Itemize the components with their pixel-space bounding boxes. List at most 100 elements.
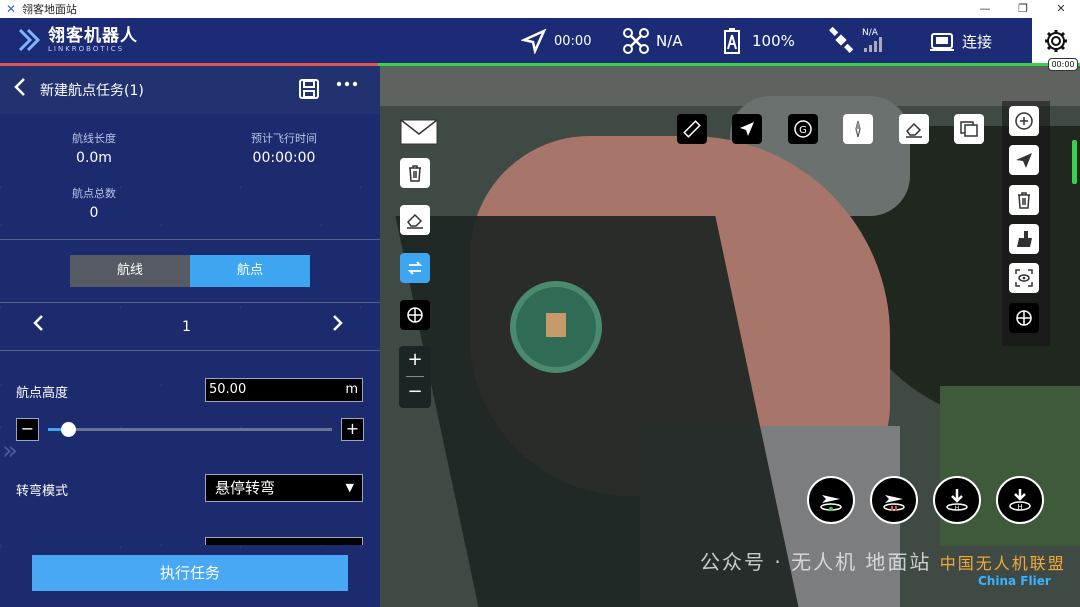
watermark-main: 公众号 · 无人机 地面站 bbox=[700, 550, 932, 574]
zoom-control: + − bbox=[399, 346, 431, 408]
brush-icon bbox=[1017, 231, 1032, 247]
altitude-slider-thumb[interactable] bbox=[60, 422, 76, 437]
altitude-value: 50.00 bbox=[209, 382, 247, 397]
reverse-route-button[interactable] bbox=[400, 253, 430, 283]
crosshair-icon bbox=[1016, 310, 1032, 326]
save-button[interactable] bbox=[298, 78, 320, 100]
zoom-in-button[interactable]: + bbox=[399, 346, 431, 374]
watermark: 公众号 · 无人机 地面站 中国无人机联盟 bbox=[700, 546, 1066, 575]
eraser-button[interactable] bbox=[400, 205, 430, 235]
altitude-increase-button[interactable]: + bbox=[341, 418, 364, 441]
navigation-arrow-icon bbox=[740, 122, 754, 136]
logo: 翎客机器人 LINKROBOTICS bbox=[18, 26, 138, 54]
delete-button[interactable] bbox=[400, 158, 430, 188]
brush-button[interactable] bbox=[1009, 224, 1039, 254]
signal-bars-icon bbox=[863, 37, 882, 52]
zoom-separator bbox=[406, 376, 424, 377]
watermark-english: China Flier bbox=[978, 574, 1051, 588]
back-button[interactable] bbox=[0, 77, 40, 103]
execute-mission-button[interactable]: 执行任务 bbox=[32, 555, 348, 591]
turn-mode-select[interactable]: 悬停转弯 ▼ bbox=[205, 474, 363, 502]
gps-mode-button[interactable]: G bbox=[788, 114, 818, 144]
map-fountain bbox=[510, 281, 602, 373]
est-time-stat: 预计飞行时间 00:00:00 bbox=[214, 130, 354, 166]
next-waypoint-button[interactable] bbox=[332, 313, 344, 339]
clipped-row-input[interactable] bbox=[205, 537, 363, 545]
svg-text:G: G bbox=[799, 125, 807, 136]
drone-status: N/A bbox=[622, 27, 683, 55]
route-length-stat: 航线长度 0.0m bbox=[24, 130, 164, 166]
eraser-icon bbox=[407, 213, 423, 229]
altitude-input[interactable]: 50.00 m bbox=[205, 378, 363, 402]
altitude-slider: − + bbox=[16, 418, 364, 442]
divider bbox=[0, 302, 380, 303]
altitude-decrease-button[interactable]: − bbox=[16, 418, 39, 441]
measure-button[interactable] bbox=[677, 114, 707, 144]
more-options-button[interactable] bbox=[336, 74, 358, 100]
land-button[interactable]: H bbox=[933, 476, 981, 524]
prev-waypoint-button[interactable] bbox=[32, 313, 44, 339]
crosshair-icon bbox=[407, 307, 423, 323]
mission-title: 新建航点任务(1) bbox=[40, 83, 144, 99]
fly-to-button[interactable] bbox=[732, 114, 762, 144]
turn-mode-label: 转弯模式 bbox=[16, 484, 69, 499]
clock-chip: 00:00 bbox=[1048, 58, 1078, 71]
save-icon bbox=[299, 79, 319, 99]
eye-frame-icon bbox=[1015, 269, 1033, 287]
battery-status: 100% bbox=[718, 27, 795, 55]
ruler-icon bbox=[683, 120, 701, 138]
window-titlebar: ✕ 翎客地面站 — ❐ ✕ bbox=[0, 0, 1080, 18]
swap-arrows-icon bbox=[407, 261, 423, 275]
navigation-arrow-icon bbox=[520, 27, 548, 55]
drone-status-value: N/A bbox=[656, 32, 683, 50]
tab-route[interactable]: 航线 bbox=[70, 255, 190, 287]
satellite-icon bbox=[828, 27, 856, 55]
send-mission-button[interactable] bbox=[1009, 145, 1039, 175]
zoom-out-button[interactable]: − bbox=[399, 379, 431, 407]
altitude-unit: m bbox=[345, 382, 358, 397]
paper-plane-icon bbox=[1016, 153, 1032, 168]
tab-waypoint[interactable]: 航点 bbox=[190, 255, 310, 287]
add-waypoint-button[interactable] bbox=[1009, 106, 1039, 136]
pause-flight-icon bbox=[883, 495, 905, 511]
turn-mode-value: 悬停转弯 bbox=[215, 479, 276, 497]
battery-value: 100% bbox=[752, 32, 795, 50]
watermark-brand: 中国无人机联盟 bbox=[939, 554, 1066, 573]
maximize-button[interactable]: ❐ bbox=[1004, 0, 1042, 18]
gps-label: N/A bbox=[862, 28, 878, 38]
altitude-slider-track[interactable] bbox=[48, 422, 332, 437]
flight-time-value: 00:00 bbox=[554, 33, 592, 49]
top-status-bar: 翎客机器人 LINKROBOTICS 00:00 N/A 100% N/A 连接 bbox=[0, 18, 1080, 64]
sidebar-header: 新建航点任务(1) bbox=[0, 66, 380, 114]
minimize-button[interactable]: — bbox=[966, 0, 1004, 18]
map-road bbox=[380, 66, 1080, 106]
satellite-map[interactable]: + − G H H 公众号 · 无人机 地面站 中国无人机联盟 China Fl… bbox=[380, 66, 1080, 607]
divider bbox=[0, 239, 380, 240]
mission-sidebar: 新建航点任务(1) 航线长度 0.0m 预计飞行时间 00:00:00 航点总数… bbox=[0, 66, 380, 607]
layers-button[interactable] bbox=[954, 114, 984, 144]
altitude-label: 航点高度 bbox=[16, 386, 69, 401]
message-icon[interactable] bbox=[400, 118, 438, 146]
compass-button[interactable] bbox=[843, 114, 873, 144]
connection-label: 连接 bbox=[962, 32, 993, 51]
collapse-panel-icon[interactable]: » bbox=[2, 436, 18, 466]
chevron-left-icon bbox=[14, 78, 25, 96]
pause-mission-button[interactable] bbox=[870, 476, 918, 524]
clear-button[interactable] bbox=[899, 114, 929, 144]
trash-icon bbox=[1018, 192, 1030, 209]
waypoint-pager: 1 bbox=[0, 311, 380, 341]
app-icon: ✕ bbox=[5, 2, 17, 16]
connection-status[interactable]: 连接 bbox=[928, 27, 992, 55]
takeoff-button[interactable] bbox=[807, 476, 855, 524]
window-title: 翎客地面站 bbox=[22, 3, 77, 16]
chevron-left-icon bbox=[33, 315, 43, 331]
close-button[interactable]: ✕ bbox=[1042, 0, 1080, 18]
trash-icon bbox=[409, 165, 421, 182]
center-map-button[interactable] bbox=[1009, 303, 1039, 333]
delete-waypoint-button[interactable] bbox=[1009, 185, 1039, 215]
battery-icon bbox=[718, 27, 746, 55]
locate-button[interactable] bbox=[400, 300, 430, 330]
return-home-button[interactable]: H bbox=[996, 476, 1044, 524]
view-mode-button[interactable] bbox=[1009, 263, 1039, 293]
svg-text:H: H bbox=[955, 505, 960, 512]
